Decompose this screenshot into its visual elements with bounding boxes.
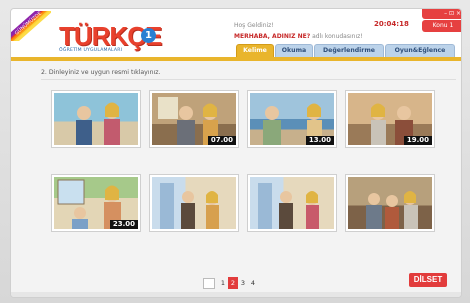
tab-okuma[interactable]: Okuma	[275, 44, 313, 57]
topic-line: MERHABA, ADINIZ NE? adlı konudasınız!	[234, 33, 363, 40]
tab-degerlendirme[interactable]: Değerlendirme	[314, 44, 384, 57]
picture-option-3[interactable]: 13.00	[247, 90, 337, 148]
level-badge: 1	[141, 28, 156, 43]
tab-bar: Kelime Okuma Değerlendirme Oyun&Eğlence	[236, 44, 456, 57]
page-3[interactable]: 3	[238, 277, 248, 289]
divider	[41, 79, 456, 80]
logo-subtitle: ÖĞRETİM UYGULAMALARI	[59, 48, 123, 53]
time-label: 23.00	[109, 220, 138, 229]
picture-option-1[interactable]	[51, 90, 141, 148]
picture-option-6[interactable]	[149, 174, 239, 232]
topic-suffix: adlı konudasınız!	[310, 33, 363, 40]
time-label: 13.00	[305, 136, 334, 145]
time-label: 19.00	[403, 136, 432, 145]
picture-option-4[interactable]: 19.00	[345, 90, 435, 148]
tab-kelime[interactable]: Kelime	[236, 44, 274, 57]
rainbow-ribbon: GÜNÜMÜZDE	[11, 11, 51, 41]
instruction: 2. Dinleyiniz ve uygun resmi tıklayınız.	[41, 69, 161, 76]
page-icon[interactable]	[203, 277, 215, 289]
footer	[11, 292, 461, 297]
topic-name: MERHABA, ADINIZ NE?	[234, 33, 311, 40]
time-label: 07.00	[207, 136, 236, 145]
window-controls[interactable]: – ⊡ ×	[422, 9, 461, 19]
greeting: Hoş Geldiniz!	[234, 22, 274, 29]
picture-option-7[interactable]	[247, 174, 337, 232]
topic-button[interactable]: Konu 1	[422, 20, 461, 32]
page-2[interactable]: 2	[228, 277, 238, 289]
accent-bar	[11, 57, 461, 61]
page-1[interactable]: 1	[218, 277, 228, 289]
app-window: GÜNÜMÜZDE TÜRKÇE ÖĞRETİM UYGULAMALARI 1 …	[10, 8, 462, 298]
picture-option-2[interactable]: 07.00	[149, 90, 239, 148]
tab-oyun-eglence[interactable]: Oyun&Eğlence	[385, 44, 455, 57]
picture-option-8[interactable]	[345, 174, 435, 232]
picture-option-5[interactable]: 23.00	[51, 174, 141, 232]
page-4[interactable]: 4	[248, 277, 258, 289]
pagination: 1 2 3 4	[203, 277, 258, 289]
brand-logo: DİLSET	[409, 273, 447, 287]
header: GÜNÜMÜZDE TÜRKÇE ÖĞRETİM UYGULAMALARI 1 …	[11, 9, 461, 57]
clock: 20:04:18	[374, 20, 409, 28]
logo: TÜRKÇE ÖĞRETİM UYGULAMALARI 1	[59, 19, 162, 53]
app-frame: GÜNÜMÜZDE TÜRKÇE ÖĞRETİM UYGULAMALARI 1 …	[0, 0, 470, 303]
